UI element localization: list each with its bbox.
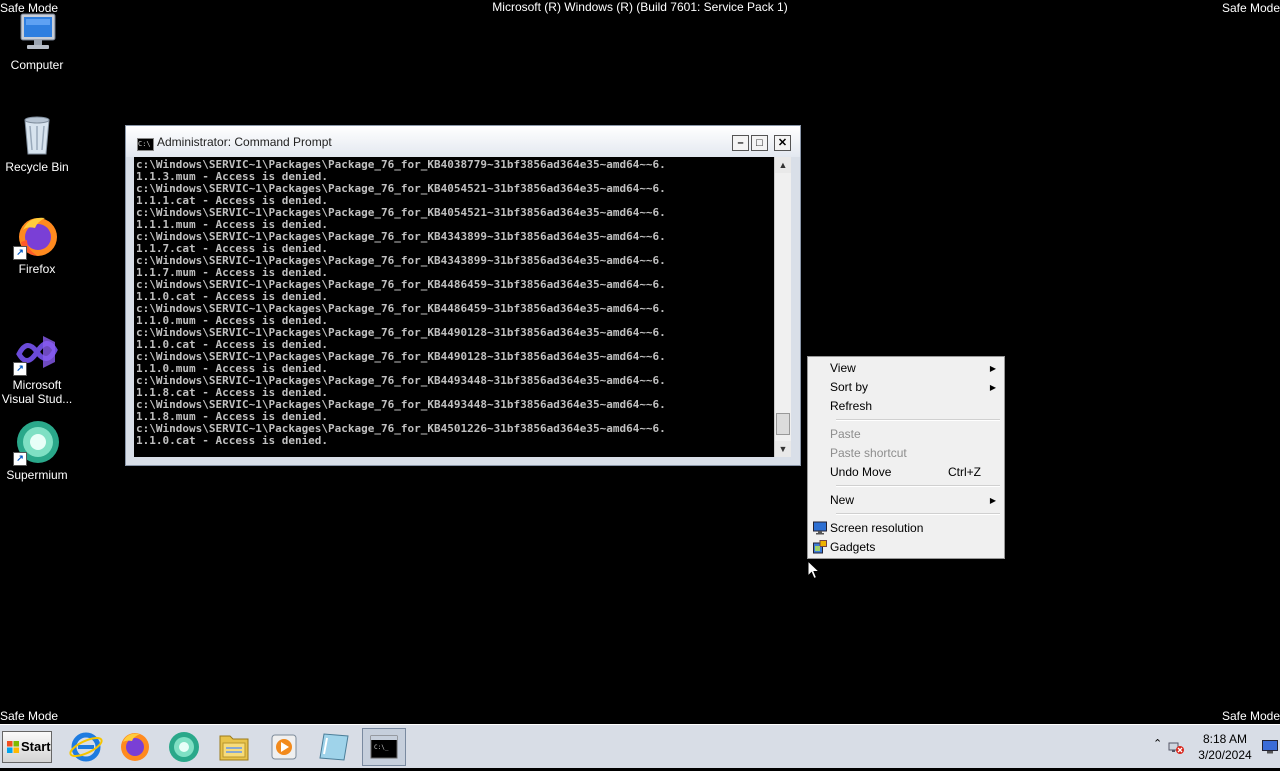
vertical-scrollbar[interactable]: ▲ ▼ — [774, 157, 791, 457]
gadgets-icon — [813, 540, 827, 554]
desktop-icon-firefox[interactable]: ↗ Firefox — [0, 212, 74, 276]
desktop-icon-recycle-bin[interactable]: Recycle Bin — [0, 110, 74, 174]
menu-item-label: Screen resolution — [830, 521, 924, 535]
windows-build-label: Microsoft (R) Windows (R) (Build 7601: S… — [492, 0, 788, 14]
menu-item-label: Undo Move — [830, 465, 892, 479]
command-prompt-icon: C:\_ — [370, 735, 398, 759]
menu-separator — [836, 513, 1000, 515]
minimize-icon: – — [737, 137, 744, 149]
media-player-icon — [271, 734, 297, 760]
window-titlebar[interactable]: C:\ Administrator: Command Prompt – □ ✕ — [126, 126, 800, 157]
windows-flag-icon — [7, 741, 19, 753]
show-hidden-icons-chevron-icon[interactable]: ⌃ — [1153, 737, 1162, 750]
window-title: Administrator: Command Prompt — [157, 135, 332, 149]
show-desktop-icon[interactable] — [1262, 740, 1278, 754]
taskbar-file-explorer[interactable] — [212, 728, 256, 766]
minimize-button[interactable]: – — [732, 135, 749, 151]
file-explorer-icon — [219, 735, 249, 761]
close-icon: ✕ — [777, 137, 788, 149]
visual-studio-icon: ↗ — [13, 328, 61, 376]
recycle-bin-icon — [13, 110, 61, 158]
menu-item-label: Paste — [830, 427, 861, 441]
taskbar: Start C:\_ ⌃ 8:18 AM 3/20/2024 — [0, 724, 1280, 768]
clock[interactable]: 8:18 AM 3/20/2024 — [1191, 731, 1259, 763]
safe-mode-label-bottom-right: Safe Mode — [1221, 709, 1280, 723]
internet-explorer-icon — [69, 732, 103, 762]
menu-item-label: Paste shortcut — [830, 446, 907, 460]
taskbar-command-prompt[interactable]: C:\_ — [362, 728, 406, 766]
close-button[interactable]: ✕ — [774, 135, 791, 151]
start-button[interactable]: Start — [2, 731, 52, 763]
command-prompt-icon: C:\ — [137, 138, 154, 151]
menu-item-shortcut: Ctrl+Z — [948, 465, 981, 479]
firefox-icon: ↗ — [13, 212, 61, 260]
mouse-pointer-icon — [807, 560, 821, 580]
system-tray: ⌃ 8:18 AM 3/20/2024 — [1148, 725, 1280, 769]
safe-mode-label-top-right: Safe Mode — [1221, 1, 1280, 15]
menu-item-paste: Paste — [809, 425, 1003, 444]
clock-time: 8:18 AM — [1202, 732, 1248, 746]
screen-resolution-icon — [813, 521, 827, 535]
menu-item-refresh[interactable]: Refresh — [809, 397, 1003, 416]
menu-item-label: View — [830, 361, 856, 375]
taskbar-notepad[interactable] — [311, 728, 355, 766]
safe-mode-label-bottom-left: Safe Mode — [0, 709, 59, 723]
console-output[interactable]: c:\Windows\SERVIC~1\Packages\Package_76_… — [134, 157, 774, 457]
maximize-icon: □ — [756, 137, 763, 149]
shortcut-arrow-icon: ↗ — [13, 362, 27, 376]
desktop-icon-label: Supermium — [6, 468, 68, 482]
taskbar-firefox[interactable] — [113, 728, 157, 766]
computer-icon — [13, 8, 61, 56]
menu-item-new[interactable]: New ▶ — [809, 491, 1003, 510]
menu-item-undo-move[interactable]: Undo Move Ctrl+Z — [809, 463, 1003, 482]
menu-item-screen-resolution[interactable]: Screen resolution — [809, 519, 1003, 538]
menu-item-label: Gadgets — [830, 540, 876, 554]
desktop-icon-label: Recycle Bin — [5, 160, 69, 174]
supermium-icon: ↗ — [13, 418, 61, 466]
desktop-icon-computer[interactable]: Computer — [0, 8, 74, 72]
start-label: Start — [21, 739, 51, 754]
desktop-icon-supermium[interactable]: ↗ Supermium — [0, 418, 74, 482]
desktop-icon-label: Microsoft Visual Stud... — [1, 378, 73, 406]
taskbar-internet-explorer[interactable] — [64, 728, 108, 766]
menu-item-view[interactable]: View ▶ — [809, 359, 1003, 378]
scrollbar-thumb[interactable] — [776, 413, 790, 435]
scroll-up-arrow-icon[interactable]: ▲ — [775, 157, 791, 173]
maximize-button[interactable]: □ — [751, 135, 768, 151]
submenu-arrow-icon: ▶ — [989, 364, 996, 373]
network-error-icon[interactable] — [1167, 737, 1185, 755]
menu-item-label: New — [830, 493, 855, 507]
svg-text:C:\_: C:\_ — [374, 744, 389, 751]
shortcut-arrow-icon: ↗ — [13, 452, 27, 466]
menu-separator — [836, 485, 1000, 487]
console-line: 1.1.0.cat - Access is denied. — [136, 434, 329, 447]
notepad-icon — [319, 733, 349, 761]
shortcut-arrow-icon: ↗ — [13, 246, 27, 260]
desktop-icon-label: Computer — [10, 58, 64, 72]
clock-date: 3/20/2024 — [1198, 748, 1252, 762]
submenu-arrow-icon: ▶ — [989, 383, 996, 392]
menu-item-gadgets[interactable]: Gadgets — [809, 538, 1003, 557]
menu-item-paste-shortcut: Paste shortcut — [809, 444, 1003, 463]
scroll-down-arrow-icon[interactable]: ▼ — [775, 441, 791, 457]
desktop-context-menu: View ▶ Sort by ▶ Refresh Paste Paste sho… — [807, 356, 1005, 559]
desktop-icon-visual-studio[interactable]: ↗ Microsoft Visual Stud... — [0, 328, 74, 406]
firefox-icon — [121, 733, 149, 761]
menu-item-label: Refresh — [830, 399, 873, 413]
submenu-arrow-icon: ▶ — [989, 496, 996, 505]
menu-item-sort-by[interactable]: Sort by ▶ — [809, 378, 1003, 397]
menu-separator — [836, 419, 1000, 421]
supermium-icon — [169, 732, 199, 762]
menu-item-label: Sort by — [830, 380, 869, 394]
taskbar-media-player[interactable] — [262, 728, 306, 766]
desktop-icon-label: Firefox — [18, 262, 56, 276]
command-prompt-window[interactable]: C:\ Administrator: Command Prompt – □ ✕ … — [125, 125, 801, 466]
taskbar-supermium[interactable] — [162, 728, 206, 766]
